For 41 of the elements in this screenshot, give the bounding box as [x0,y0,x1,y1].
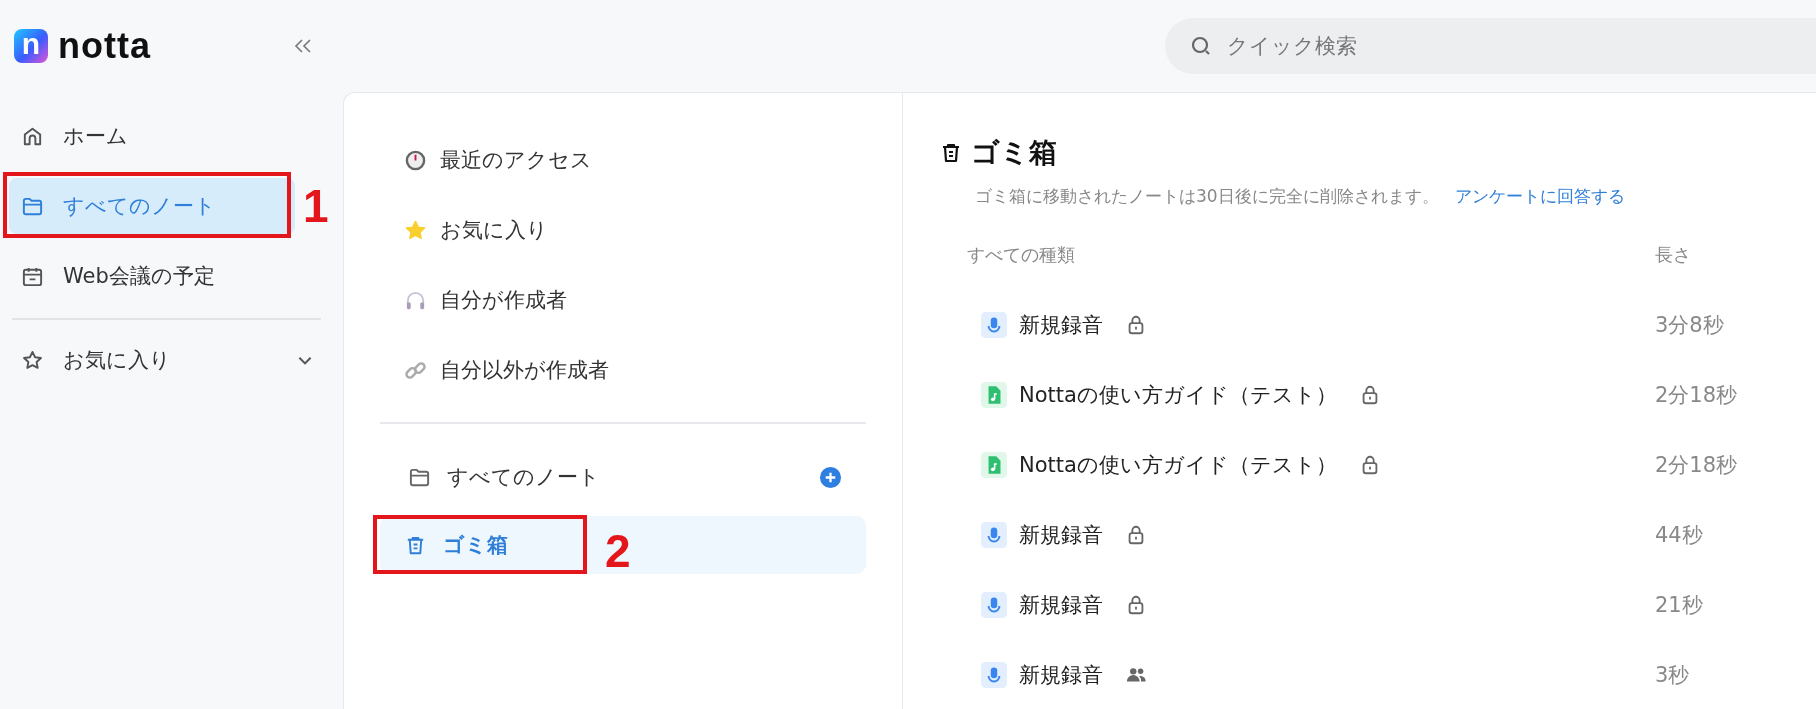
note-title[interactable]: Nottaの使い方ガイド（テスト） [1019,381,1337,409]
duration-text: 3秒 [1655,662,1690,689]
survey-link[interactable]: アンケートに回答する [1454,185,1625,208]
note-title[interactable]: 新規録音 [1019,661,1103,689]
sidebar-item[interactable]: Web会議の予定 [9,248,295,304]
music-file-icon [981,382,1007,408]
favorites-item[interactable]: お気に入り [9,332,328,388]
duration-text: 2分18秒 [1655,382,1738,409]
duration-text: 21秒 [1655,592,1703,619]
microphone-icon [981,662,1007,688]
column-header[interactable]: 長さ [1655,243,1691,267]
sidebar-item[interactable]: ホーム [9,108,295,164]
duration-text: 3分8秒 [1655,312,1724,339]
duration-text: 44秒 [1655,522,1703,549]
microphone-icon [981,522,1007,548]
note-title[interactable]: 新規録音 [1019,521,1103,549]
star-outline-icon [21,348,44,372]
column-header[interactable]: すべての種類 [967,243,1655,267]
music-file-icon [981,452,1007,478]
folder-item[interactable]: すべてのノート [380,448,866,506]
quick-access-item[interactable]: お気に入り [380,202,866,258]
add-icon[interactable] [819,465,842,489]
page-title: ゴミ箱 [971,135,1057,171]
logo-wordmark: notta [58,25,151,67]
microphone-icon [981,592,1007,618]
annotation-number: 2 [605,528,631,574]
logo-icon: n [14,29,48,63]
microphone-icon [981,312,1007,338]
collapse-sidebar-icon[interactable] [293,38,313,54]
retention-notice: ゴミ箱に移動されたノートは30日後に完全に削除されます。 [975,185,1439,208]
annotation-number: 1 [303,183,329,229]
search-field[interactable]: クイック検索 [1165,18,1816,74]
clock-icon [404,148,427,172]
quick-access-item[interactable]: 自分が作成者 [380,272,866,328]
note-title[interactable]: 新規録音 [1019,591,1103,619]
star-icon [404,218,427,242]
quick-access-item[interactable]: 最近のアクセス [380,132,866,188]
duration-text: 2分18秒 [1655,452,1738,479]
quick-access-item[interactable]: 自分以外が作成者 [380,342,866,398]
note-title[interactable]: Nottaの使い方ガイド（テスト） [1019,451,1337,479]
note-title[interactable]: 新規録音 [1019,311,1103,339]
